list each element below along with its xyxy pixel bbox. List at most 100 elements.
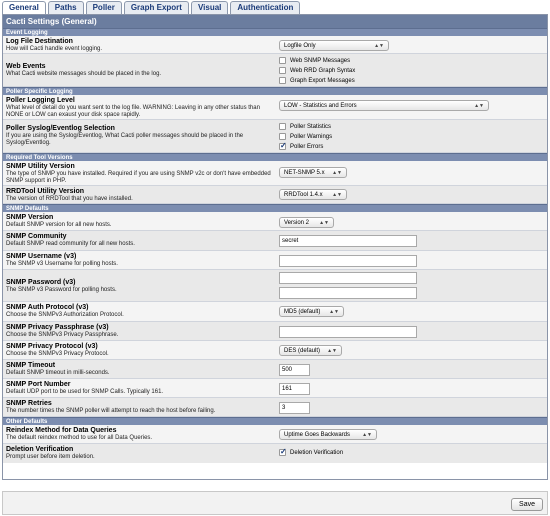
label-title: SNMP Privacy Passphrase (v3)	[6, 324, 109, 331]
label-title: SNMP Retries	[6, 400, 52, 407]
label-description: Choose the SNMPv3 Privacy Protocol.	[6, 351, 109, 357]
section-snmp-defaults: SNMP Defaults	[3, 204, 547, 212]
checkbox-web-snmp[interactable]: Web SNMP Messages	[279, 56, 355, 65]
checkbox-label: Web SNMP Messages	[290, 57, 351, 64]
tab-poller[interactable]: Poller	[85, 1, 122, 14]
select-arrows-icon: ▲▼	[474, 102, 484, 109]
checkbox-label: Poller Errors	[290, 143, 324, 150]
row-snmp-auth: SNMP Auth Protocol (v3) Choose the SNMPv3…	[3, 302, 547, 322]
snmp-username-input[interactable]	[279, 255, 417, 267]
checkbox-box[interactable]	[279, 123, 286, 130]
label-title: SNMP Port Number	[6, 381, 71, 388]
checkbox-poller-warnings[interactable]: Poller Warnings	[279, 132, 332, 141]
label-title: Poller Logging Level	[6, 97, 75, 104]
label-description: How will Cacti handle event logging.	[6, 46, 103, 52]
select-value: DES (default)	[284, 347, 321, 354]
select-arrows-icon: ▲▼	[329, 308, 339, 315]
rrdtool-select[interactable]: RRDTool 1.4.x ▲▼	[279, 189, 347, 200]
label-description: Choose the SNMPv3 Authorization Protocol…	[6, 312, 124, 318]
checkbox-box[interactable]	[279, 67, 286, 74]
row-web-events: Web Events What Cacti website messages sh…	[3, 54, 547, 87]
snmp-utility-select[interactable]: NET-SNMP 5.x ▲▼	[279, 167, 347, 178]
row-deletion: Deletion Verification Prompt user before …	[3, 444, 547, 463]
checkbox-label: Poller Statistics	[290, 123, 332, 130]
select-value: Uptime Goes Backwards	[284, 431, 351, 438]
label-title: SNMP Version	[6, 214, 54, 221]
reindex-select[interactable]: Uptime Goes Backwards ▲▼	[279, 429, 377, 440]
snmp-password-input[interactable]	[279, 272, 417, 284]
section-poller-logging: Poller Specific Logging	[3, 87, 547, 95]
row-snmp-utility: SNMP Utility Version The type of SNMP you…	[3, 161, 547, 186]
row-rrdtool: RRDTool Utility Version The version of RR…	[3, 186, 547, 204]
row-snmp-timeout: SNMP Timeout Default SNMP timeout in mill…	[3, 360, 547, 379]
label-title: SNMP Timeout	[6, 362, 56, 369]
label-title: Web Events	[6, 63, 46, 70]
checkbox-box[interactable]	[279, 133, 286, 140]
label-description: Default UDP port to be used for SNMP Cal…	[6, 389, 164, 395]
snmp-community-input[interactable]: secret	[279, 235, 417, 247]
snmp-auth-select[interactable]: MD5 (default) ▲▼	[279, 306, 344, 317]
row-snmp-retries: SNMP Retries The number times the SNMP po…	[3, 398, 547, 417]
label-title: Log File Destination	[6, 38, 73, 45]
label-description: The SNMP v3 Password for polling hosts.	[6, 287, 117, 293]
poller-level-select[interactable]: LOW - Statistics and Errors ▲▼	[279, 100, 489, 111]
tab-paths[interactable]: Paths	[47, 1, 84, 14]
row-poller-syslog: Poller Syslog/Eventlog Selection If you a…	[3, 120, 547, 153]
snmp-priv-pass-input[interactable]	[279, 326, 417, 338]
checkbox-box[interactable]	[279, 77, 286, 84]
select-value: LOW - Statistics and Errors	[284, 102, 357, 109]
label-title: Deletion Verification	[6, 446, 74, 453]
checkbox-poller-statistics[interactable]: Poller Statistics	[279, 122, 332, 131]
checkbox-box[interactable]	[279, 57, 286, 64]
row-snmp-priv-proto: SNMP Privacy Protocol (v3) Choose the SNM…	[3, 341, 547, 360]
row-snmp-version: SNMP Version Default SNMP version for all…	[3, 212, 547, 231]
row-snmp-username: SNMP Username (v3) The SNMP v3 Username f…	[3, 251, 547, 270]
label-title: RRDTool Utility Version	[6, 188, 85, 195]
select-value: Version 2	[284, 219, 310, 226]
tab-bar: General Paths Poller Graph Export Visual…	[2, 1, 302, 14]
label-description: Prompt user before item deletion.	[6, 454, 95, 460]
tab-visual[interactable]: Visual	[190, 1, 229, 14]
select-arrows-icon: ▲▼	[332, 191, 342, 198]
checkbox-label: Web RRD Graph Syntax	[290, 67, 356, 74]
save-button[interactable]: Save	[511, 498, 543, 511]
tab-general[interactable]: General	[2, 1, 46, 14]
log-destination-select[interactable]: Logfile Only ▲▼	[279, 40, 389, 51]
snmp-password-confirm-input[interactable]	[279, 287, 417, 299]
label-description: Default SNMP version for all new hosts.	[6, 222, 112, 228]
label-description: The SNMP v3 Username for polling hosts.	[6, 261, 118, 267]
snmp-timeout-input[interactable]: 500	[279, 364, 310, 376]
label-description: The type of SNMP you have installed. Req…	[6, 171, 271, 184]
select-value: Logfile Only	[284, 42, 316, 49]
checkbox-box-checked[interactable]	[279, 447, 287, 456]
snmp-version-select[interactable]: Version 2 ▲▼	[279, 217, 334, 228]
checkbox-graph-export[interactable]: Graph Export Messages	[279, 76, 355, 85]
label-title: SNMP Password (v3)	[6, 279, 76, 286]
row-snmp-community: SNMP Community Default SNMP read communit…	[3, 231, 547, 251]
label-description: The default reindex method to use for al…	[6, 435, 153, 441]
select-arrows-icon: ▲▼	[327, 347, 337, 354]
snmp-priv-proto-select[interactable]: DES (default) ▲▼	[279, 345, 342, 356]
checkbox-web-rrd[interactable]: Web RRD Graph Syntax	[279, 66, 355, 75]
checkbox-label: Graph Export Messages	[290, 77, 355, 84]
checkbox-deletion-verification[interactable]: Deletion Verification	[279, 447, 343, 457]
checkbox-box-checked[interactable]	[279, 141, 287, 150]
label-description: What level of detail do you want sent to…	[6, 105, 260, 118]
row-poller-level: Poller Logging Level What level of detail…	[3, 95, 547, 120]
label-description: What Cacti website messages should be pl…	[6, 71, 162, 77]
panel-title: Cacti Settings (General)	[3, 15, 547, 28]
label-title: SNMP Privacy Protocol (v3)	[6, 343, 98, 350]
snmp-port-input[interactable]: 161	[279, 383, 310, 395]
tab-authentication[interactable]: Authentication	[230, 1, 301, 14]
tab-graph-export[interactable]: Graph Export	[123, 1, 189, 14]
snmp-retries-input[interactable]: 3	[279, 402, 310, 414]
label-title: Poller Syslog/Eventlog Selection	[6, 125, 115, 132]
checkbox-label: Poller Warnings	[290, 133, 333, 140]
label-description: Default SNMP timeout in milli-seconds.	[6, 370, 110, 376]
select-value: RRDTool 1.4.x	[284, 191, 323, 198]
label-description: Choose the SNMPv3 Privacy Passphrase.	[6, 332, 119, 338]
checkbox-poller-errors[interactable]: Poller Errors	[279, 141, 332, 151]
section-tool-versions: Required Tool Versions	[3, 153, 547, 161]
settings-panel: Cacti Settings (General) Event Logging L…	[2, 14, 548, 480]
label-title: SNMP Username (v3)	[6, 253, 77, 260]
